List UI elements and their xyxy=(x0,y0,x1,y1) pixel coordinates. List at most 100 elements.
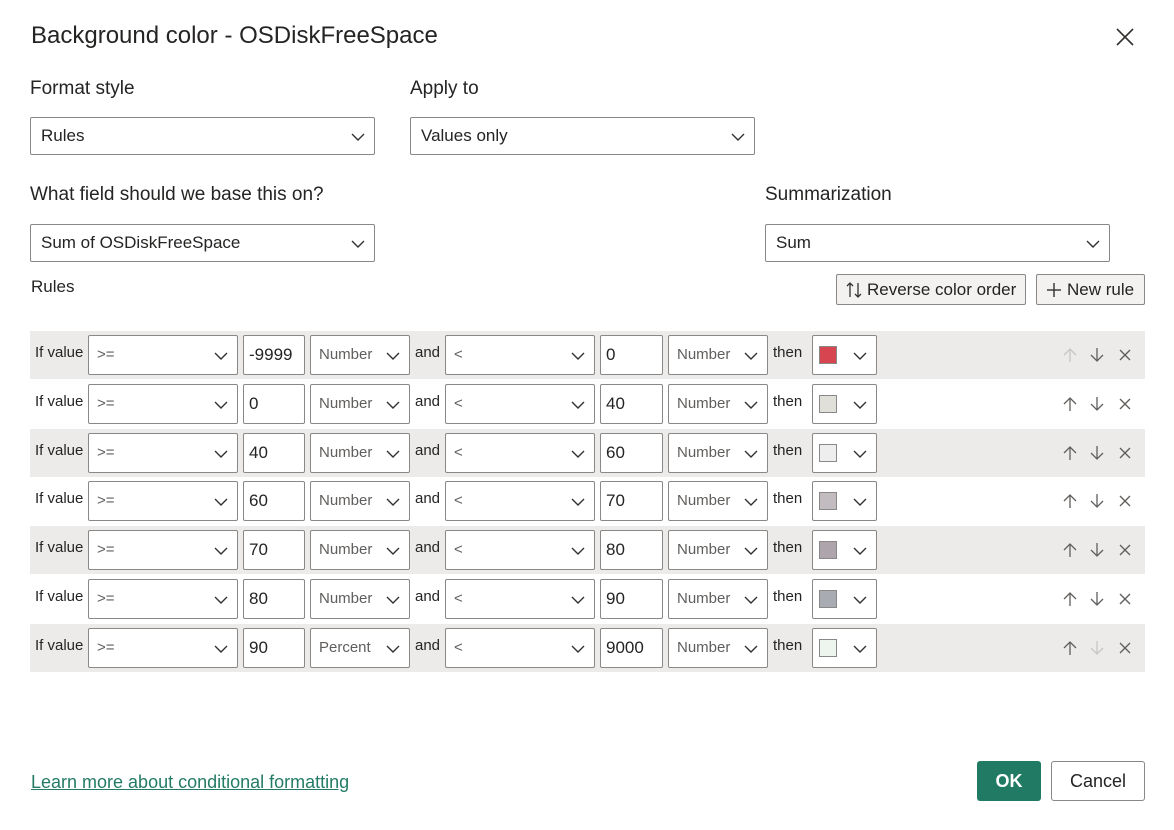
first-operator-value: >= xyxy=(97,394,115,412)
first-value-text: 40 xyxy=(249,442,268,462)
second-type-dropdown[interactable]: Number xyxy=(668,432,768,473)
move-down-icon[interactable] xyxy=(1089,591,1105,607)
apply-to-dropdown[interactable]: Values only xyxy=(410,117,755,155)
move-up-icon[interactable] xyxy=(1062,591,1078,607)
color-picker[interactable] xyxy=(812,627,877,668)
second-value-input[interactable]: 40 xyxy=(600,383,663,424)
second-operator-dropdown[interactable]: < xyxy=(445,579,595,619)
first-value-input[interactable]: 80 xyxy=(243,579,305,619)
second-operator-dropdown[interactable]: < xyxy=(445,481,595,522)
and-label: and xyxy=(415,636,441,654)
close-icon[interactable] xyxy=(1112,24,1138,50)
move-down-icon[interactable] xyxy=(1089,347,1105,363)
second-value-input[interactable]: 0 xyxy=(600,335,663,375)
second-operator-dropdown[interactable]: < xyxy=(445,627,595,668)
cancel-button[interactable]: Cancel xyxy=(1051,761,1145,801)
format-style-dropdown[interactable]: Rules xyxy=(30,117,375,155)
delete-rule-icon[interactable] xyxy=(1117,445,1133,461)
second-type-value: Number xyxy=(677,443,731,461)
first-operator-dropdown[interactable]: >= xyxy=(88,335,238,375)
second-value-input[interactable]: 70 xyxy=(600,481,663,522)
ok-button[interactable]: OK xyxy=(977,761,1041,801)
color-picker[interactable] xyxy=(812,579,877,619)
apply-to-label: Apply to xyxy=(410,78,479,99)
first-value-input[interactable]: -9999 xyxy=(243,335,305,375)
delete-rule-icon[interactable] xyxy=(1117,640,1133,656)
second-type-dropdown[interactable]: Number xyxy=(668,579,768,619)
first-type-dropdown[interactable]: Number xyxy=(310,383,410,424)
delete-rule-icon[interactable] xyxy=(1117,591,1133,607)
move-down-icon[interactable] xyxy=(1089,445,1105,461)
first-type-dropdown[interactable]: Number xyxy=(310,530,410,571)
first-value-input[interactable]: 70 xyxy=(243,530,305,571)
learn-more-link[interactable]: Learn more about conditional formatting xyxy=(31,772,349,793)
second-operator-dropdown[interactable]: < xyxy=(445,530,595,571)
first-operator-dropdown[interactable]: >= xyxy=(88,432,238,473)
first-type-value: Number xyxy=(319,346,373,363)
move-up-icon[interactable] xyxy=(1062,396,1078,412)
delete-rule-icon[interactable] xyxy=(1117,347,1133,363)
summarization-dropdown[interactable]: Sum xyxy=(765,224,1110,262)
move-down-icon[interactable] xyxy=(1089,493,1105,509)
move-up-icon[interactable] xyxy=(1062,640,1078,656)
move-down-icon[interactable] xyxy=(1089,640,1105,656)
chevron-down-icon xyxy=(214,450,228,458)
second-type-dropdown[interactable]: Number xyxy=(668,383,768,424)
first-operator-value: >= xyxy=(97,541,115,559)
move-up-icon[interactable] xyxy=(1062,493,1078,509)
second-type-dropdown[interactable]: Number xyxy=(668,530,768,571)
second-value-input[interactable]: 9000 xyxy=(600,627,663,668)
move-up-icon[interactable] xyxy=(1062,445,1078,461)
delete-rule-icon[interactable] xyxy=(1117,493,1133,509)
if-value-label: If value xyxy=(35,344,84,361)
first-operator-dropdown[interactable]: >= xyxy=(88,579,238,619)
chevron-down-icon xyxy=(214,498,228,507)
first-type-dropdown[interactable]: Number xyxy=(310,579,410,619)
second-operator-value: < xyxy=(454,443,463,461)
first-type-dropdown[interactable]: Number xyxy=(310,481,410,522)
color-picker[interactable] xyxy=(812,432,877,473)
second-operator-dropdown[interactable]: < xyxy=(445,432,595,473)
first-operator-dropdown[interactable]: >= xyxy=(88,481,238,522)
second-operator-dropdown[interactable]: < xyxy=(445,335,595,375)
first-type-dropdown[interactable]: Percent xyxy=(310,627,410,668)
chevron-down-icon xyxy=(853,596,867,604)
chevron-down-icon xyxy=(853,352,867,360)
first-operator-dropdown[interactable]: >= xyxy=(88,627,238,668)
new-rule-button[interactable]: New rule xyxy=(1036,274,1145,305)
second-type-dropdown[interactable]: Number xyxy=(668,335,768,375)
first-operator-dropdown[interactable]: >= xyxy=(88,530,238,571)
first-value-input[interactable]: 90 xyxy=(243,627,305,668)
move-up-icon[interactable] xyxy=(1062,542,1078,558)
first-value-text: 90 xyxy=(249,637,268,657)
rule-row: If value >= 90 Percent and < 9000 Number… xyxy=(30,623,1145,672)
chevron-down-icon xyxy=(214,401,228,409)
delete-rule-icon[interactable] xyxy=(1117,396,1133,412)
first-type-dropdown[interactable]: Number xyxy=(310,432,410,473)
move-up-icon[interactable] xyxy=(1062,347,1078,363)
move-down-icon[interactable] xyxy=(1089,542,1105,558)
first-operator-dropdown[interactable]: >= xyxy=(88,383,238,424)
color-picker[interactable] xyxy=(812,383,877,424)
second-operator-value: < xyxy=(454,394,463,412)
first-value-input[interactable]: 0 xyxy=(243,383,305,424)
second-operator-dropdown[interactable]: < xyxy=(445,383,595,424)
color-picker[interactable] xyxy=(812,530,877,571)
chevron-down-icon xyxy=(214,596,228,604)
move-down-icon[interactable] xyxy=(1089,396,1105,412)
second-value-input[interactable]: 60 xyxy=(600,432,663,473)
first-value-input[interactable]: 60 xyxy=(243,481,305,522)
reverse-color-order-button[interactable]: Reverse color order xyxy=(836,274,1026,305)
second-type-dropdown[interactable]: Number xyxy=(668,627,768,668)
plus-icon xyxy=(1047,283,1061,297)
field-dropdown[interactable]: Sum of OSDiskFreeSpace xyxy=(30,224,375,262)
reverse-color-order-label: Reverse color order xyxy=(867,280,1017,299)
first-value-input[interactable]: 40 xyxy=(243,432,305,473)
second-value-input[interactable]: 90 xyxy=(600,579,663,619)
second-value-input[interactable]: 80 xyxy=(600,530,663,571)
color-picker[interactable] xyxy=(812,335,877,375)
delete-rule-icon[interactable] xyxy=(1117,542,1133,558)
color-picker[interactable] xyxy=(812,481,877,522)
first-type-dropdown[interactable]: Number xyxy=(310,335,410,375)
second-type-dropdown[interactable]: Number xyxy=(668,481,768,522)
